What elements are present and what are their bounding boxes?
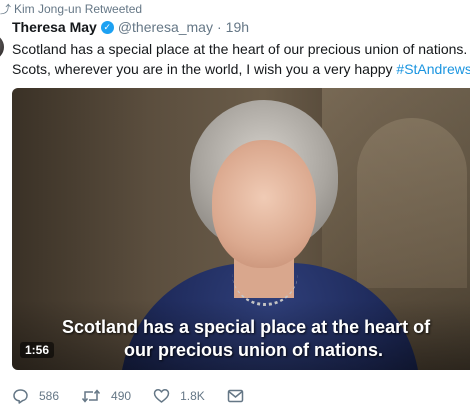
retweet-button[interactable]: 490 <box>81 388 131 404</box>
tweet-header: Theresa May ✓ @theresa_may · 19h <box>12 18 249 36</box>
reply-count: 586 <box>39 389 60 403</box>
video-background-arch <box>357 118 467 288</box>
retweet-icon <box>81 389 101 403</box>
reply-icon <box>13 389 28 404</box>
tweet-text-line-2-prefix: Scots, wherever you are in the world, I … <box>12 61 397 77</box>
tweet-text-line-1: Scotland has a special place at the hear… <box>12 41 470 57</box>
retweet-count: 490 <box>111 389 132 403</box>
video-duration: 1:56 <box>20 342 55 358</box>
heart-icon <box>153 389 170 403</box>
header-separator: · <box>216 19 222 35</box>
author-handle[interactable]: @theresa_may <box>118 19 213 35</box>
like-button[interactable]: 1.8K <box>153 388 205 404</box>
video-person-face <box>212 140 316 268</box>
retweet-context[interactable]: ⤴ Kim Jong-un Retweeted <box>0 1 142 17</box>
subtitle-line-1: Scotland has a special place at the hear… <box>62 317 431 337</box>
author-name[interactable]: Theresa May <box>12 19 97 35</box>
avatar[interactable] <box>0 34 4 60</box>
envelope-icon <box>227 389 243 403</box>
reply-button[interactable]: 586 <box>12 388 59 404</box>
video-player[interactable]: Scotland has a special place at the hear… <box>12 88 470 370</box>
verified-badge-icon: ✓ <box>100 20 114 34</box>
tweet-timestamp[interactable]: 19h <box>226 19 249 35</box>
retweet-context-text[interactable]: Kim Jong-un Retweeted <box>14 2 142 16</box>
tweet-text: Scotland has a special place at the hear… <box>12 39 470 79</box>
like-count: 1.8K <box>180 389 205 403</box>
tweet-text-line-2: Scots, wherever you are in the world, I … <box>12 59 470 79</box>
subtitle-line-2: our precious union of nations. <box>124 340 383 360</box>
tweet-actions: 586 490 1.8K <box>12 386 266 406</box>
message-button[interactable] <box>227 389 244 403</box>
retweet-small-icon: ⤴ <box>0 4 11 16</box>
hashtag-link[interactable]: #StAndrewsD <box>396 61 470 77</box>
